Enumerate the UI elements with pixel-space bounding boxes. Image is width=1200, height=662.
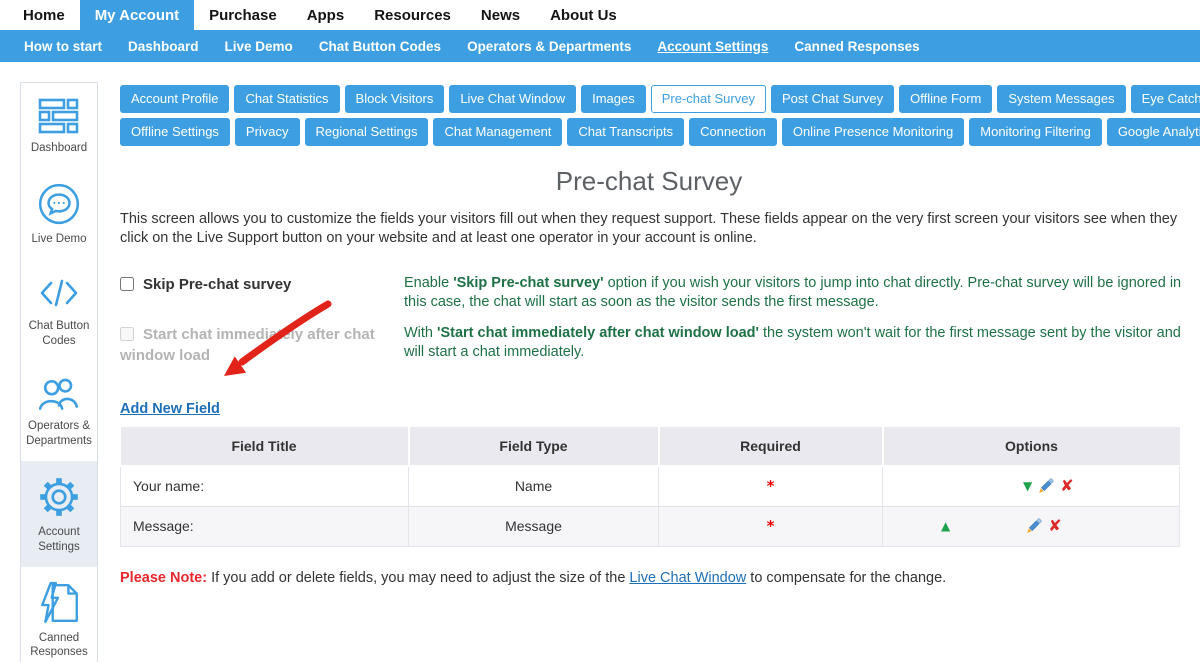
start-chat-description: With 'Start chat immediately after chat … xyxy=(404,324,1188,366)
sidebar-item-dashboard[interactable]: Dashboard xyxy=(21,83,97,168)
tab-offline-form[interactable]: Offline Form xyxy=(899,85,992,113)
tab-chat-management[interactable]: Chat Management xyxy=(433,118,562,146)
subnav-how-to-start[interactable]: How to start xyxy=(11,39,115,54)
required-asterisk: * xyxy=(767,517,775,535)
topnav-my-account[interactable]: My Account xyxy=(80,0,194,30)
sidebar-item-label: Live Demo xyxy=(32,232,87,247)
topnav-resources[interactable]: Resources xyxy=(359,0,466,30)
table-header-row: Field Title Field Type Required Options xyxy=(121,427,1180,466)
edit-icon[interactable] xyxy=(1026,521,1042,537)
tab-account-profile[interactable]: Account Profile xyxy=(120,85,229,113)
please-note: Please Note: If you add or delete fields… xyxy=(120,570,1188,586)
top-navigation: Home My Account Purchase Apps Resources … xyxy=(0,0,1200,30)
skip-prechat-option: Skip Pre-chat survey xyxy=(120,274,392,313)
required-cell: * xyxy=(659,466,883,507)
sidebar: Dashboard Live Demo Chat Button Codes xyxy=(20,82,98,662)
delete-icon[interactable]: ✘ xyxy=(1060,476,1073,495)
subnav-canned-responses[interactable]: Canned Responses xyxy=(781,39,932,54)
subnav-account-settings[interactable]: Account Settings xyxy=(644,39,781,54)
canned-responses-icon xyxy=(36,580,82,626)
skip-prechat-label: Skip Pre-chat survey xyxy=(120,276,291,293)
skip-prechat-checkbox[interactable] xyxy=(120,277,134,291)
field-type-cell: Name xyxy=(409,466,659,507)
sub-navigation: How to start Dashboard Live Demo Chat Bu… xyxy=(0,30,1200,62)
tab-block-visitors[interactable]: Block Visitors xyxy=(345,85,445,113)
column-header-required: Required xyxy=(659,427,883,466)
gear-icon xyxy=(36,474,82,520)
sidebar-item-label: Canned Responses xyxy=(23,631,95,661)
topnav-news[interactable]: News xyxy=(466,0,535,30)
sidebar-item-label: Account Settings xyxy=(23,525,95,555)
column-header-field-title: Field Title xyxy=(121,427,409,466)
topnav-home[interactable]: Home xyxy=(8,0,80,30)
intro-text: This screen allows you to customize the … xyxy=(120,210,1188,249)
start-chat-label: Start chat immediately after chat window… xyxy=(120,326,375,364)
sidebar-item-live-demo[interactable]: Live Demo xyxy=(21,168,97,259)
sidebar-item-label: Chat Button Codes xyxy=(23,319,95,349)
subnav-operators-departments[interactable]: Operators & Departments xyxy=(454,39,644,54)
required-asterisk: * xyxy=(767,477,775,495)
please-note-label: Please Note: xyxy=(120,570,207,586)
column-header-options: Options xyxy=(883,427,1180,466)
sidebar-item-canned-responses[interactable]: Canned Responses xyxy=(21,567,97,662)
tab-privacy[interactable]: Privacy xyxy=(235,118,300,146)
tab-system-messages[interactable]: System Messages xyxy=(997,85,1125,113)
add-new-field-link[interactable]: Add New Field xyxy=(120,401,220,417)
topnav-purchase[interactable]: Purchase xyxy=(194,0,292,30)
options-cell: ▼✘ xyxy=(883,466,1180,507)
field-title-cell: Message: xyxy=(121,506,409,546)
tab-online-presence-monitoring[interactable]: Online Presence Monitoring xyxy=(782,118,964,146)
table-row: Your name: Name * ▼✘ xyxy=(121,466,1180,507)
page-title: Pre-chat Survey xyxy=(110,166,1188,197)
sidebar-item-label: Dashboard xyxy=(31,141,87,156)
tab-connection[interactable]: Connection xyxy=(689,118,777,146)
tab-post-chat-survey[interactable]: Post Chat Survey xyxy=(771,85,894,113)
prechat-fields-table: Field Title Field Type Required Options … xyxy=(120,427,1180,547)
options-cell: ▲✘ xyxy=(883,506,1180,546)
required-cell: * xyxy=(659,506,883,546)
tab-monitoring-filtering[interactable]: Monitoring Filtering xyxy=(969,118,1102,146)
start-chat-checkbox[interactable] xyxy=(120,327,134,341)
code-icon xyxy=(36,272,82,314)
delete-icon[interactable]: ✘ xyxy=(1048,516,1061,535)
sidebar-item-operators-departments[interactable]: Operators & Departments xyxy=(21,361,97,461)
start-chat-option: Start chat immediately after chat window… xyxy=(120,324,392,366)
subnav-live-demo[interactable]: Live Demo xyxy=(212,39,306,54)
settings-tabs-row-1: Account Profile Chat Statistics Block Vi… xyxy=(120,85,1188,113)
live-chat-window-link[interactable]: Live Chat Window xyxy=(629,570,746,586)
sidebar-item-chat-button-codes[interactable]: Chat Button Codes xyxy=(21,259,97,361)
subnav-dashboard[interactable]: Dashboard xyxy=(115,39,212,54)
tab-google-analytics[interactable]: Google Analytics xyxy=(1107,118,1200,146)
people-icon xyxy=(36,374,82,414)
table-row: Message: Message * ▲✘ xyxy=(121,506,1180,546)
move-up-icon[interactable]: ▲ xyxy=(941,519,950,533)
field-title-cell: Your name: xyxy=(121,466,409,507)
column-header-field-type: Field Type xyxy=(409,427,659,466)
sidebar-item-label: Operators & Departments xyxy=(23,419,95,449)
field-type-cell: Message xyxy=(409,506,659,546)
survey-options: Skip Pre-chat survey Enable 'Skip Pre-ch… xyxy=(120,274,1188,366)
subnav-chat-button-codes[interactable]: Chat Button Codes xyxy=(306,39,454,54)
topnav-apps[interactable]: Apps xyxy=(292,0,360,30)
tab-images[interactable]: Images xyxy=(581,85,646,113)
tab-live-chat-window[interactable]: Live Chat Window xyxy=(449,85,576,113)
sidebar-item-account-settings[interactable]: Account Settings xyxy=(21,461,97,567)
move-down-icon[interactable]: ▼ xyxy=(1023,479,1032,493)
edit-icon[interactable] xyxy=(1038,481,1054,497)
skip-prechat-description: Enable 'Skip Pre-chat survey' option if … xyxy=(404,274,1188,313)
topnav-about-us[interactable]: About Us xyxy=(535,0,632,30)
settings-tabs-row-2: Offline Settings Privacy Regional Settin… xyxy=(120,118,1188,146)
tab-chat-statistics[interactable]: Chat Statistics xyxy=(234,85,339,113)
tab-pre-chat-survey[interactable]: Pre-chat Survey xyxy=(651,85,766,113)
main-content: Account Profile Chat Statistics Block Vi… xyxy=(110,80,1188,586)
tab-regional-settings[interactable]: Regional Settings xyxy=(305,118,429,146)
live-demo-icon xyxy=(36,181,82,227)
tab-offline-settings[interactable]: Offline Settings xyxy=(120,118,230,146)
tab-chat-transcripts[interactable]: Chat Transcripts xyxy=(567,118,684,146)
dashboard-icon xyxy=(37,96,81,136)
tab-eye-catcher[interactable]: Eye Catcher xyxy=(1131,85,1200,113)
